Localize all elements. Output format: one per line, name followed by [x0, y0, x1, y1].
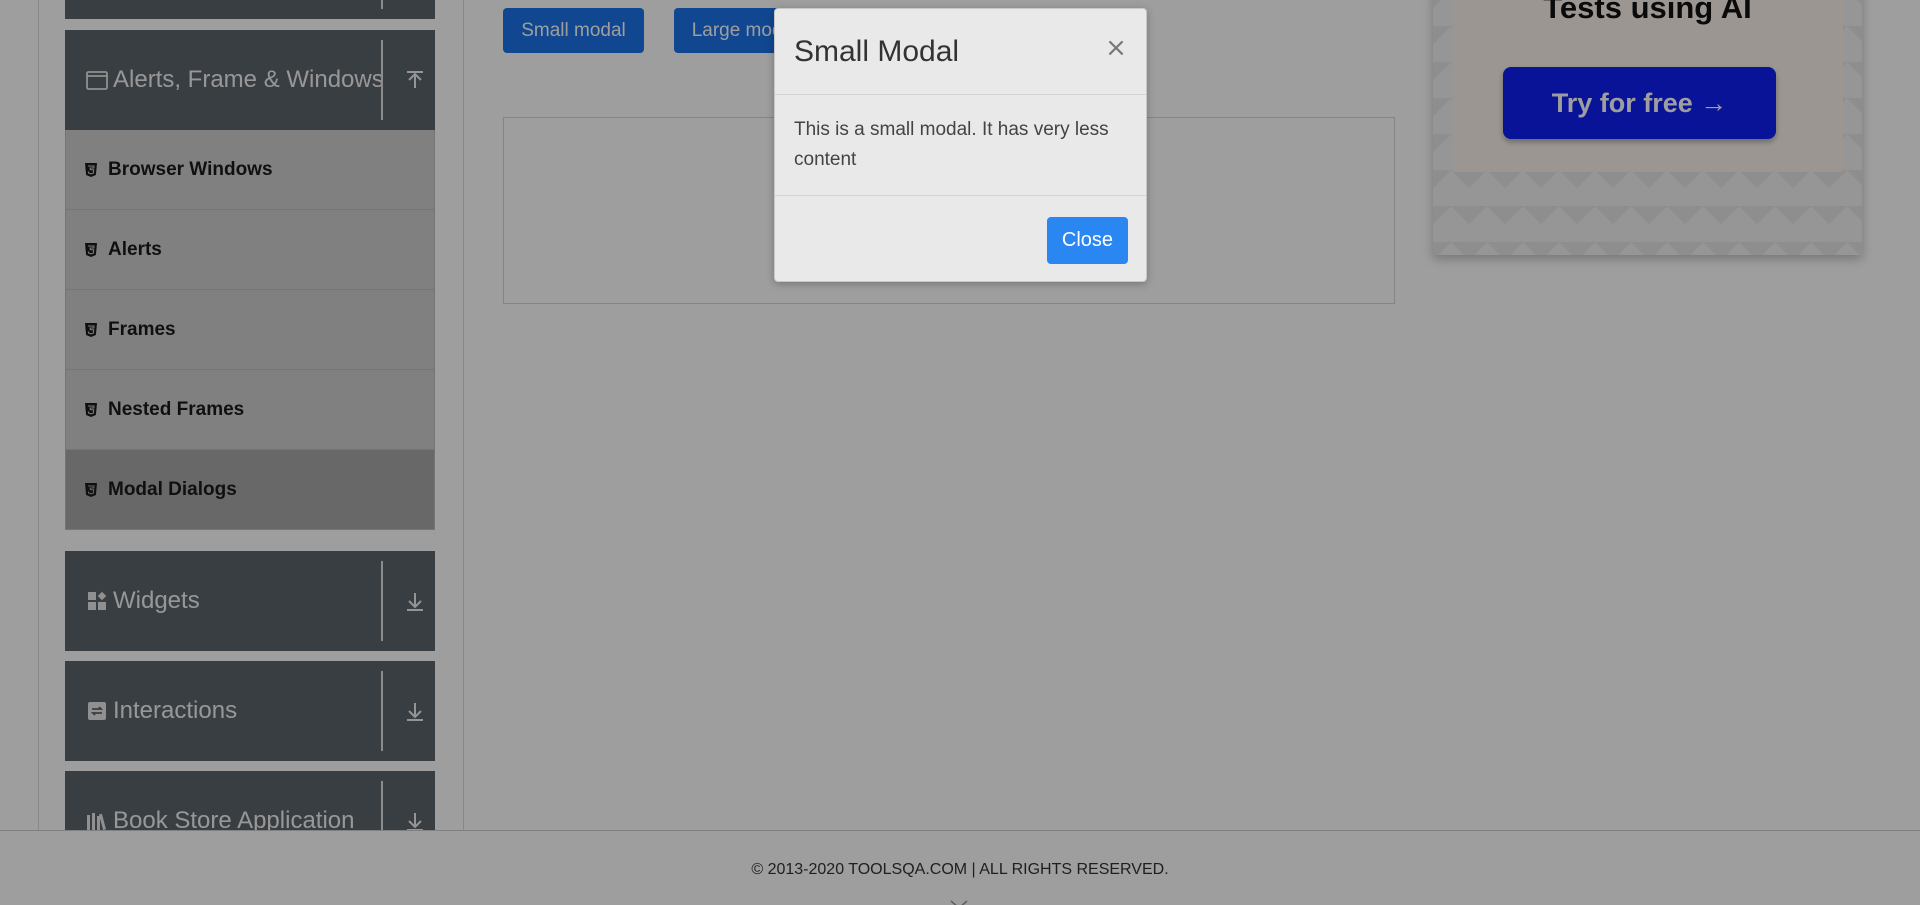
modal-header: Small Modal ×: [775, 9, 1146, 95]
modal-footer: Close: [775, 195, 1146, 282]
modal-close-x-button[interactable]: ×: [1101, 33, 1131, 63]
modal-body-text: This is a small modal. It has very less …: [794, 119, 1109, 170]
modal-close-button[interactable]: Close: [1047, 217, 1128, 264]
modal-title: Small Modal: [794, 35, 960, 68]
small-modal-dialog: Small Modal × This is a small modal. It …: [774, 8, 1147, 282]
